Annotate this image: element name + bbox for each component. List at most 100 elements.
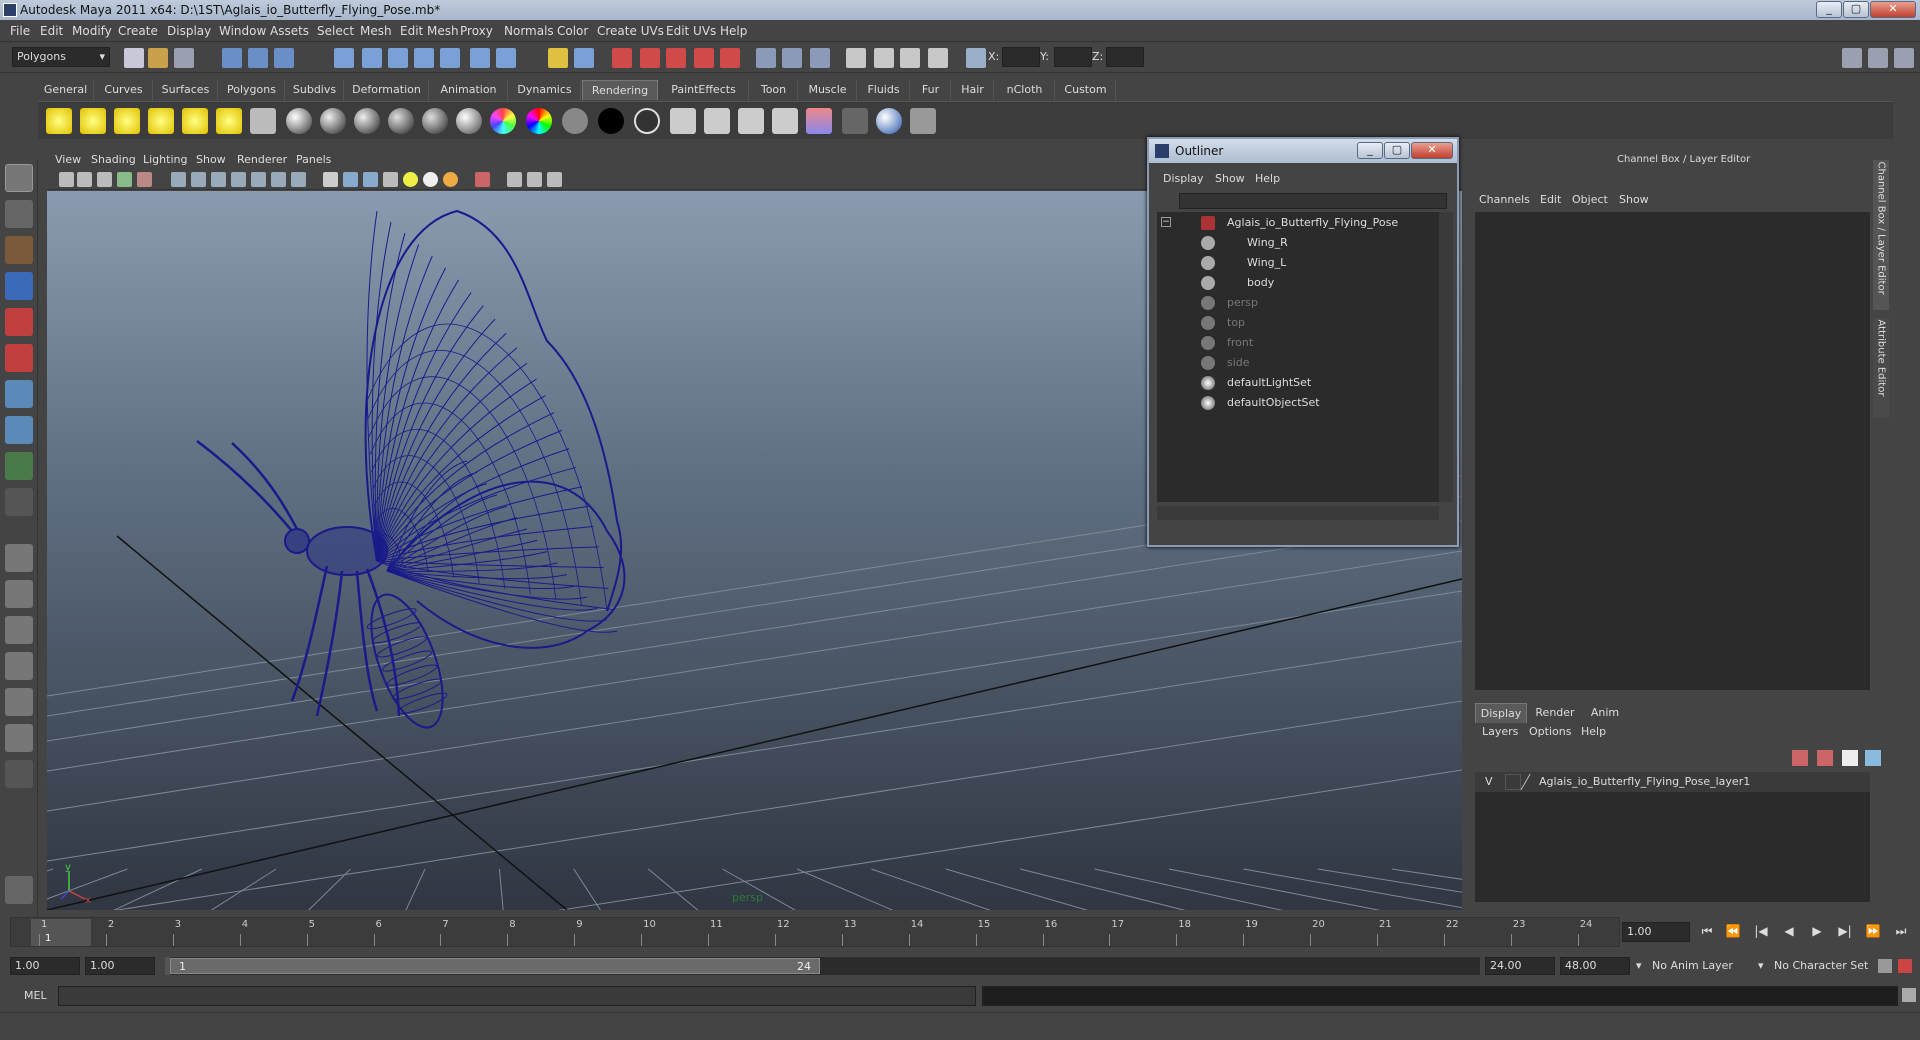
two-d-pan-icon[interactable] [137, 172, 152, 187]
channel-menu-channels[interactable]: Channels [1479, 193, 1530, 206]
menu-display[interactable]: Display [167, 24, 211, 38]
smooth-shade-icon[interactable] [343, 172, 358, 187]
menu-create-uvs[interactable]: Create UVs [597, 24, 664, 38]
layer-tab-display[interactable]: Display [1475, 703, 1527, 723]
snap-grid-icon[interactable] [334, 48, 354, 68]
input-ops-icon[interactable] [574, 48, 594, 68]
all-lights-icon[interactable] [423, 172, 438, 187]
menu-set-select[interactable]: Polygons ▾ [12, 47, 110, 67]
current-frame-input[interactable]: 1.00 [1622, 922, 1690, 942]
layout-outliner-icon[interactable] [5, 616, 33, 644]
menu-proxy[interactable]: Proxy [460, 24, 493, 38]
new-scene-icon[interactable] [124, 48, 144, 68]
outliner-minimize-button[interactable]: _ [1357, 142, 1383, 159]
outliner-icon[interactable] [846, 48, 866, 68]
outliner-item-persp[interactable]: persp [1157, 294, 1439, 312]
paint-brush-icon[interactable] [910, 108, 936, 134]
display-layer-row[interactable]: V Aglais_io_Butterfly_Flying_Pose_layer1 [1475, 772, 1870, 792]
playback-start-input[interactable]: 1.00 [85, 957, 155, 975]
play-backwards-button[interactable]: ◀ [1780, 924, 1798, 940]
shelf-tab-curves[interactable]: Curves [95, 80, 153, 100]
side-tab-attribute-editor[interactable]: Attribute Editor [1873, 318, 1889, 418]
toggle-tool-settings-icon[interactable] [1894, 48, 1914, 68]
backface-icon[interactable] [547, 172, 562, 187]
channel-menu-edit[interactable]: Edit [1540, 193, 1561, 206]
render-view-icon[interactable] [612, 48, 632, 68]
animation-preferences-icon[interactable] [1898, 959, 1912, 973]
lasso-tool-icon[interactable] [5, 200, 33, 228]
layout-graph-persp-icon[interactable] [5, 724, 33, 752]
ipr-render-icon[interactable] [666, 48, 686, 68]
menu-edit-mesh[interactable]: Edit Mesh [400, 24, 459, 38]
outliner-maximize-button[interactable]: ▢ [1384, 142, 1410, 159]
menu-create[interactable]: Create [118, 24, 158, 38]
menu-window[interactable]: Window [219, 24, 266, 38]
outliner-menu-show[interactable]: Show [1215, 172, 1245, 185]
shadows-icon[interactable] [443, 172, 458, 187]
outliner-item-front[interactable]: front [1157, 334, 1439, 352]
maximize-button[interactable]: ▢ [1843, 1, 1869, 18]
safe-action-icon[interactable] [271, 172, 286, 187]
render-settings-icon[interactable] [694, 48, 714, 68]
phonge-shader-icon[interactable] [388, 108, 414, 134]
save-scene-icon[interactable] [174, 48, 194, 68]
outliner-menu-help[interactable]: Help [1255, 172, 1280, 185]
soft-mod-tool-icon[interactable] [5, 416, 33, 444]
image-plane-icon[interactable] [117, 172, 132, 187]
area-light-icon[interactable] [182, 108, 208, 134]
playback-end-input[interactable]: 24.00 [1485, 957, 1555, 975]
command-language-label[interactable]: MEL [24, 989, 47, 1002]
textured-icon[interactable] [383, 172, 398, 187]
directional-light-icon[interactable] [80, 108, 106, 134]
vp-menu-view[interactable]: View [55, 153, 81, 166]
snap-curve-icon[interactable] [362, 48, 382, 68]
step-back-frame-button[interactable]: |◀ [1752, 924, 1770, 940]
manipulator-tool-icon[interactable] [5, 380, 33, 408]
select-tool-icon[interactable] [5, 164, 33, 192]
key-icon[interactable] [1878, 959, 1892, 973]
isolate-select-icon[interactable] [475, 172, 490, 187]
hypershade-icon[interactable] [720, 48, 740, 68]
film-gate-icon[interactable] [191, 172, 206, 187]
step-forward-key-button[interactable]: ⏩ [1864, 924, 1882, 940]
menu-normals[interactable]: Normals [504, 24, 554, 38]
z-input[interactable] [1106, 47, 1144, 67]
step-forward-frame-button[interactable]: ▶| [1836, 924, 1854, 940]
range-slider-thumb[interactable]: 1 24 [170, 958, 820, 974]
move-layer-up-icon[interactable] [1842, 750, 1858, 766]
anisotropic-shader-icon[interactable] [422, 108, 448, 134]
phong-shader-icon[interactable] [354, 108, 380, 134]
default-lighting-icon[interactable] [403, 172, 418, 187]
shelf-tab-custom[interactable]: Custom [1056, 80, 1116, 100]
shelf-tab-hair[interactable]: Hair [952, 80, 994, 100]
attribute-editor-icon[interactable] [782, 48, 802, 68]
xray-icon[interactable] [507, 172, 522, 187]
step-back-key-button[interactable]: ⏪ [1724, 924, 1742, 940]
layout-menu-icon[interactable] [5, 760, 33, 788]
y-input[interactable] [1054, 47, 1092, 67]
layout-four-icon[interactable] [5, 580, 33, 608]
outliner-item-top[interactable]: top [1157, 314, 1439, 332]
wireframe-icon[interactable] [323, 172, 338, 187]
shading-map-icon[interactable] [634, 108, 660, 134]
shelf-tab-toon[interactable]: Toon [750, 80, 798, 100]
hypershade-shelf-icon[interactable] [806, 108, 832, 134]
layer-menu-options[interactable]: Options [1529, 725, 1571, 738]
resolution-gate-icon[interactable] [211, 172, 226, 187]
close-button[interactable]: ✕ [1870, 1, 1916, 18]
history-icon[interactable] [470, 48, 490, 68]
shelf-tab-polygons[interactable]: Polygons [219, 80, 285, 100]
layer-visibility-toggle[interactable]: V [1485, 775, 1493, 788]
menu-edit[interactable]: Edit [40, 24, 63, 38]
select-camera-icon[interactable] [59, 172, 74, 187]
vp-menu-show[interactable]: Show [196, 153, 226, 166]
outliner-filter-input[interactable] [1179, 193, 1447, 209]
open-scene-icon[interactable] [148, 48, 168, 68]
layer-tab-render[interactable]: Render [1529, 703, 1581, 723]
ipr-icon[interactable] [704, 108, 730, 134]
shelf-tab-animation[interactable]: Animation [430, 80, 508, 100]
menu-edit-uvs[interactable]: Edit UVs [666, 24, 716, 38]
graph-editor-icon[interactable] [874, 48, 894, 68]
snap-point-icon[interactable] [388, 48, 408, 68]
anim-layer-selector[interactable]: No Anim Layer [1652, 959, 1733, 972]
